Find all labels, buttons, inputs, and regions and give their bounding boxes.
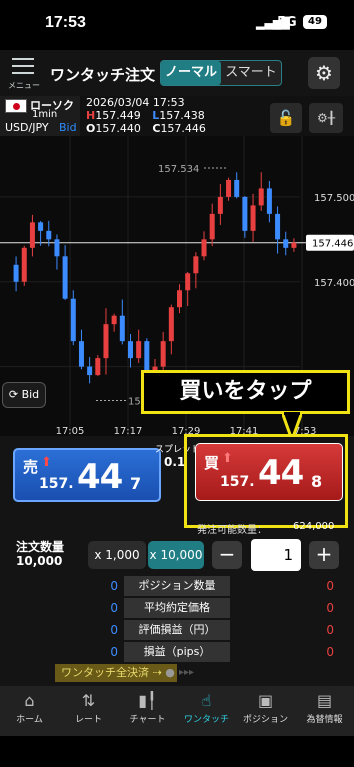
page-title: ワンタッチ注文 [50,66,156,84]
available-value: 624,000 [293,521,335,532]
rate-icon: ⇅ [81,691,96,710]
lot-10000-button[interactable]: x 10,000 [148,541,204,569]
candle [70,298,76,342]
candle [234,179,240,197]
gear-icon[interactable]: ⚙ [308,57,340,89]
candle [21,247,27,282]
available-label: 発注可能数量： [197,525,267,536]
nav-rate[interactable]: ⇅ レート [59,690,118,725]
timeframe: 1min [32,109,58,120]
candle [136,341,142,359]
one-touch-icon: ☝ [201,691,212,710]
position-icon: ▣ [257,691,274,710]
tab-normal[interactable]: ノーマル [161,61,221,85]
sell-price-main: 44 [77,457,123,497]
high-marker: 157.534 [158,164,199,175]
indicator-icon[interactable]: ⚙╂ [309,103,343,133]
y-tick-label: 157.500 [314,193,354,204]
candle [258,188,264,206]
candle [217,196,223,214]
slider-arrows: ▸▸▸ [179,667,195,678]
candle [87,366,93,376]
candle [160,341,166,367]
candle [29,222,35,248]
ohlc-row-1: H157.449 L157.438 [86,109,205,122]
candle [95,358,101,376]
candle [226,179,232,197]
stat-row: 0 ポジション数量 0 [14,576,340,596]
candle [201,239,207,257]
chart-datetime: 2026/03/04 17:53 [86,96,185,109]
lot-1000-button[interactable]: x 1,000 [88,541,146,569]
network-label: 5G [277,15,297,30]
buy-highlight-frame [184,434,348,528]
battery-icon: 49 [303,15,327,29]
sell-price-prefix: 157. [39,476,74,492]
minus-button[interactable]: − [212,541,242,569]
candle [13,264,19,282]
nav-news[interactable]: ▤ 為替情報 [295,690,354,725]
candle [119,315,125,342]
status-time: 17:53 [45,14,86,31]
price-side: Bid [59,121,77,134]
x-tick-label: 17:05 [56,426,85,436]
candle [250,205,256,231]
current-price-label: 157.446 [312,239,353,250]
news-icon: ▤ [316,691,333,710]
candle [103,324,109,359]
spread-value: 0.1 [164,455,186,469]
candle [111,315,117,325]
status-bar: 17:53 ▂▄▆█ 5G 49 [0,0,354,50]
home-icon: ⌂ [24,691,35,710]
sell-label: 売 [23,458,39,476]
chart-icon: ▮╿ [138,691,157,710]
quantity-label: 注文数量 10,000 [16,540,65,568]
close-all-slider[interactable]: ワンタッチ全決済 ⇢ ● [55,664,177,682]
nav-one-touch[interactable]: ☝ ワンタッチ [177,690,236,725]
stat-row: 0 平均約定価格 0 [14,598,340,618]
arrow-up-icon: ⬆ [41,455,52,470]
candle [78,341,84,367]
x-tick-label: 17:17 [114,426,143,436]
tab-smart[interactable]: スマート [222,61,280,85]
candle [185,273,191,291]
menu-label[interactable]: メニュー [8,80,40,91]
home-indicator-area [0,736,354,767]
candle [291,242,297,248]
tap-buy-callout: 買いをタップ [141,370,350,414]
menu-icon[interactable] [12,58,34,79]
quantity-input[interactable]: 1 [251,539,301,571]
stat-row: 0 評価損益（円） 0 [14,620,340,640]
candle [127,341,133,359]
candle [46,230,52,240]
candle [62,256,68,299]
ohlc-row-2: O157.440 C157.446 [86,122,206,135]
currency-pair: USD/JPY [5,121,49,134]
candle [266,188,272,214]
nav-home[interactable]: ⌂ ホーム [0,690,59,725]
nav-position[interactable]: ▣ ポジション [236,690,295,725]
unlock-icon[interactable]: 🔓 [270,103,302,133]
plus-button[interactable]: + [309,541,339,569]
candle [54,239,60,257]
candle [283,239,289,248]
stat-row: 0 損益（pips） 0 [14,642,340,662]
nav-chart[interactable]: ▮╿ チャート [118,690,177,725]
bid-toggle-button[interactable]: ⟳ Bid [2,382,46,408]
flag-icon [5,99,27,113]
candle [168,307,174,342]
sell-button[interactable]: 売 ⬆ 157. 44 7 [13,448,161,502]
candle [193,256,199,274]
candle [275,213,281,240]
y-tick-label: 157.400 [314,278,354,289]
sell-price-frac: 7 [130,474,142,493]
candle [242,196,248,231]
candle [209,213,215,240]
candle [177,290,183,308]
candle [38,222,44,231]
